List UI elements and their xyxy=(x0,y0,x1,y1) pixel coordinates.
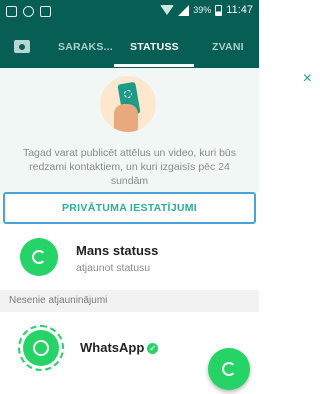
battery-icon xyxy=(215,4,223,16)
privacy-settings-button[interactable]: PRIVĀTUMA IESTATĪJUMI xyxy=(3,192,256,224)
recent-updates-header: Nesenie atjauninājumi xyxy=(0,290,259,312)
tab-chats[interactable]: SARAKS... xyxy=(58,41,113,53)
contact-name: WhatsApp ✓ xyxy=(80,340,159,355)
whatsapp-logo-icon xyxy=(33,340,49,356)
battery-percent: 39% xyxy=(193,5,212,15)
my-status-subtitle: atjaunot statusu xyxy=(76,262,151,274)
new-status-fab[interactable] xyxy=(208,348,250,390)
active-tab-indicator xyxy=(114,64,194,67)
my-status-avatar xyxy=(20,238,58,276)
tab-calls[interactable]: ZVANI xyxy=(212,41,244,53)
my-status-title: Mans statuss xyxy=(76,243,159,258)
clock: 11:47 xyxy=(226,4,253,16)
phone-illustration-icon xyxy=(100,76,156,132)
banner-text: Tagad varat publicēt attēlus un video, k… xyxy=(22,147,237,187)
add-status-icon xyxy=(32,250,46,264)
my-status-row[interactable]: Mans statuss atjaunot statusu xyxy=(0,226,259,288)
close-icon[interactable]: × xyxy=(303,70,312,88)
verified-badge-icon: ✓ xyxy=(147,343,159,354)
whatsapp-avatar[interactable] xyxy=(23,330,59,366)
camera-add-icon xyxy=(222,362,236,376)
signal-icon xyxy=(178,4,190,16)
status-bar: 39% 11:47 xyxy=(0,0,259,26)
tab-bar: SARAKS... STATUSS ZVANI xyxy=(0,26,259,68)
wifi-icon xyxy=(160,5,175,15)
gallery-notification-icon xyxy=(6,6,17,17)
message-notification-icon xyxy=(40,6,51,17)
section-title: Nesenie atjauninājumi xyxy=(9,295,108,306)
whatsapp-notification-icon xyxy=(23,6,34,17)
camera-icon[interactable] xyxy=(14,40,30,53)
tab-status[interactable]: STATUSS xyxy=(130,41,179,53)
